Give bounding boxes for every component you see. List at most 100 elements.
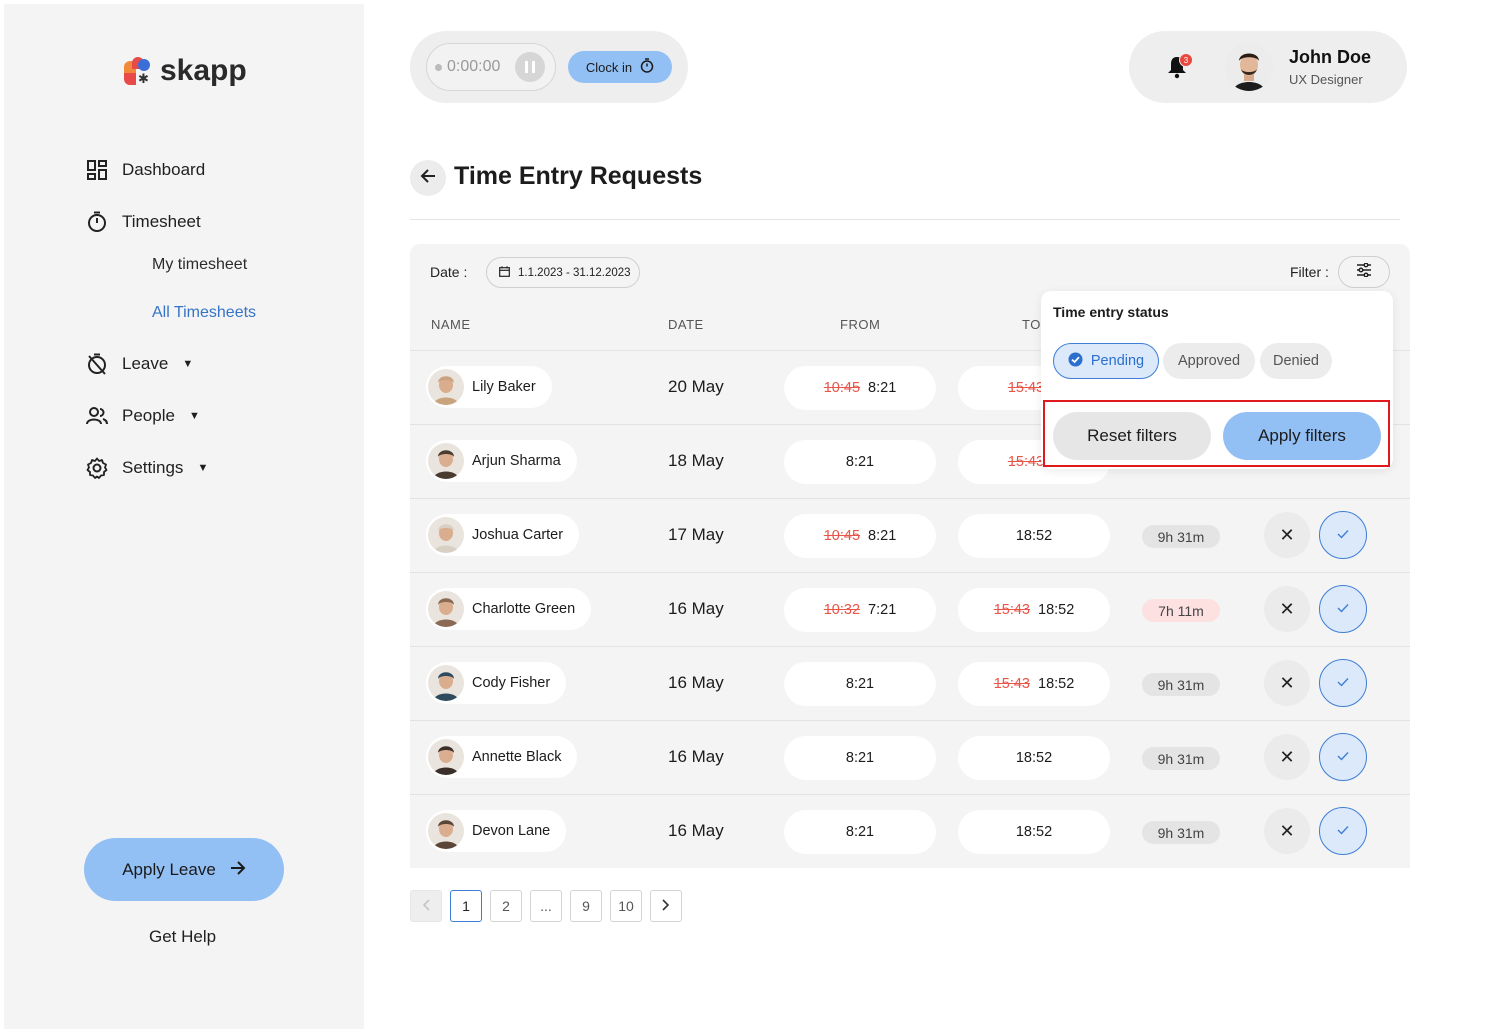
avatar xyxy=(428,665,464,701)
gear-icon xyxy=(86,457,108,479)
to-time: 18:52 xyxy=(1038,602,1075,618)
avatar xyxy=(428,517,464,553)
original-from-time: 10:45 xyxy=(823,380,861,396)
apply-leave-button[interactable]: Apply Leave xyxy=(84,838,284,901)
deny-button[interactable]: ✕ xyxy=(1264,734,1310,780)
filter-button[interactable] xyxy=(1338,256,1390,288)
entry-date: 16 May xyxy=(668,599,724,618)
pagination-next[interactable] xyxy=(650,890,682,922)
employee-name: Charlotte Green xyxy=(472,601,576,617)
pause-icon xyxy=(525,61,528,73)
employee-name: Cody Fisher xyxy=(472,675,551,691)
sidebar-subitem-my-timesheet[interactable]: My timesheet xyxy=(152,256,247,274)
sidebar-item-leave[interactable]: Leave ▼ xyxy=(86,353,193,375)
timer-status-dot xyxy=(435,63,442,71)
sidebar-item-settings[interactable]: Settings ▼ xyxy=(86,457,208,479)
employee-name-chip[interactable]: Charlotte Green xyxy=(426,588,592,630)
duration-badge: 9h 31m xyxy=(1142,525,1220,548)
clock-in-button[interactable]: Clock in xyxy=(568,51,672,83)
pagination-page[interactable]: 10 xyxy=(610,890,642,922)
approve-button[interactable] xyxy=(1319,659,1367,707)
deny-button[interactable]: ✕ xyxy=(1264,660,1310,706)
to-time-pill: 18:52 xyxy=(958,736,1110,780)
date-range-value: 1.1.2023 - 31.12.2023 xyxy=(518,266,631,279)
entry-date: 17 May xyxy=(668,525,724,544)
from-time: 8:21 xyxy=(868,528,897,544)
leave-icon xyxy=(86,353,108,375)
to-time: 18:52 xyxy=(1015,824,1053,840)
employee-name-chip[interactable]: Devon Lane xyxy=(426,810,567,852)
employee-name-chip[interactable]: Lily Baker xyxy=(426,366,552,408)
original-from-time: 10:32 xyxy=(823,602,861,618)
user-role: UX Designer xyxy=(1289,72,1363,87)
status-chip-pending[interactable]: Pending xyxy=(1053,343,1159,379)
approve-button[interactable] xyxy=(1319,807,1367,855)
from-time-pill: 8:21 xyxy=(784,662,936,706)
sliders-icon xyxy=(1356,261,1372,282)
employee-name-chip[interactable]: Arjun Sharma xyxy=(426,440,577,482)
sidebar-item-dashboard[interactable]: Dashboard xyxy=(86,159,205,181)
sidebar-subitem-all-timesheets[interactable]: All Timesheets xyxy=(152,304,256,322)
date-range-picker[interactable]: 1.1.2023 - 31.12.2023 xyxy=(486,257,640,288)
approve-button[interactable] xyxy=(1319,511,1367,559)
to-time-pill: 15:43 18:52 xyxy=(958,588,1110,632)
duration-badge: 9h 31m xyxy=(1142,821,1220,844)
avatar xyxy=(428,813,464,849)
logo-mark-icon: ✱ xyxy=(124,55,156,87)
brand-name: skapp xyxy=(160,54,247,87)
pagination-page[interactable]: 2 xyxy=(490,890,522,922)
timer-display: 0:00:00 xyxy=(426,43,556,91)
from-time-pill: 8:21 xyxy=(784,440,936,484)
entry-date: 16 May xyxy=(668,747,724,766)
avatar xyxy=(428,443,464,479)
highlight-annotation xyxy=(1043,400,1390,467)
from-time: 8:21 xyxy=(868,380,897,396)
approve-button[interactable] xyxy=(1319,733,1367,781)
avatar[interactable] xyxy=(1225,43,1273,91)
chevron-right-icon xyxy=(662,898,670,914)
clock-in-label: Clock in xyxy=(585,59,633,75)
date-label: Date : xyxy=(430,264,468,280)
duration-badge: 9h 31m xyxy=(1142,673,1220,696)
column-header-name: NAME xyxy=(431,317,471,332)
pause-button[interactable] xyxy=(515,52,545,82)
deny-button[interactable]: ✕ xyxy=(1264,512,1310,558)
employee-name-chip[interactable]: Joshua Carter xyxy=(426,514,580,556)
logo[interactable]: ✱ skapp xyxy=(124,54,247,88)
avatar xyxy=(428,591,464,627)
deny-button[interactable]: ✕ xyxy=(1264,808,1310,854)
people-icon xyxy=(86,405,108,427)
table-row: Joshua Carter 17 May 10:45 8:21 18:52 9h 31m ✕ xyxy=(410,498,1410,572)
notification-badge: 3 xyxy=(1179,53,1193,67)
column-header-date: DATE xyxy=(668,317,704,332)
pagination-prev[interactable] xyxy=(410,890,442,922)
get-help-link[interactable]: Get Help xyxy=(149,927,216,947)
pagination-page[interactable]: 1 xyxy=(450,890,482,922)
employee-name-chip[interactable]: Annette Black xyxy=(426,736,578,778)
employee-name-chip[interactable]: Cody Fisher xyxy=(426,662,567,704)
back-button[interactable] xyxy=(410,160,446,196)
table-row: Charlotte Green 16 May 10:32 7:21 15:43 18:52… xyxy=(410,572,1410,646)
pagination-page[interactable]: 9 xyxy=(570,890,602,922)
sidebar-item-label: Leave xyxy=(122,354,169,373)
from-time: 8:21 xyxy=(845,750,875,766)
apply-leave-label: Apply Leave xyxy=(122,859,216,879)
filter-label: Filter : xyxy=(1290,264,1329,280)
original-from-time: 10:45 xyxy=(823,528,861,544)
from-time-pill: 10:45 8:21 xyxy=(784,366,936,410)
status-chip-denied[interactable]: Denied xyxy=(1260,343,1332,379)
pagination-ellipsis: ... xyxy=(530,890,562,922)
deny-button[interactable]: ✕ xyxy=(1264,586,1310,632)
sidebar-item-timesheet[interactable]: Timesheet xyxy=(86,211,201,233)
page-title: Time Entry Requests xyxy=(454,162,703,190)
sidebar-item-people[interactable]: People ▼ xyxy=(86,405,200,427)
employee-name: Lily Baker xyxy=(472,379,536,395)
approve-button[interactable] xyxy=(1319,585,1367,633)
divider xyxy=(410,219,1400,220)
check-circle-icon xyxy=(1068,352,1083,371)
sidebar-item-label: Timesheet xyxy=(122,212,201,231)
entry-date: 20 May xyxy=(668,377,724,396)
status-chip-approved[interactable]: Approved xyxy=(1163,343,1255,379)
table-row: Cody Fisher 16 May 8:21 15:43 18:52 9h 31m ✕ xyxy=(410,646,1410,720)
original-to-time: 15:43 xyxy=(993,602,1030,618)
